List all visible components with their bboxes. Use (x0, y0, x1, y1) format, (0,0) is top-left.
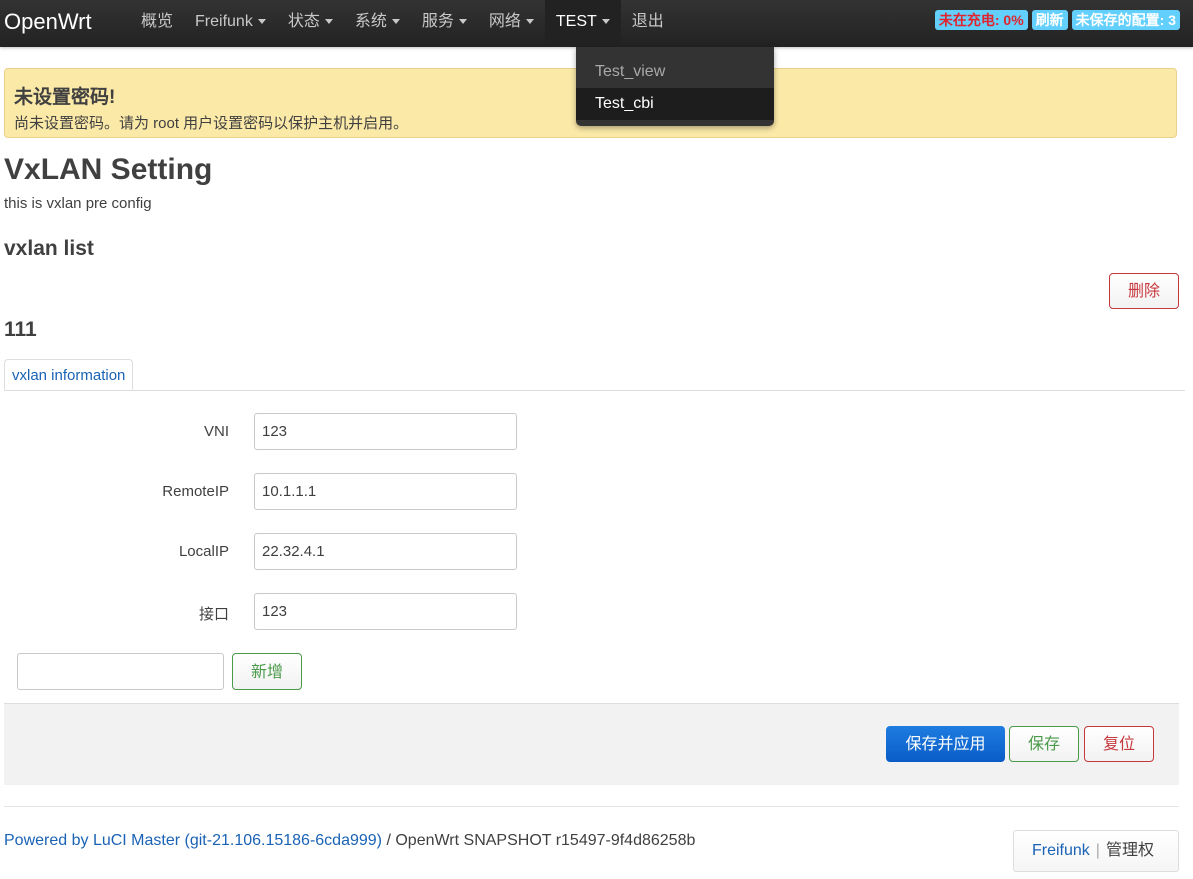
menu-network-label: 网络 (488, 13, 521, 30)
chevron-down-icon (257, 19, 266, 25)
menu-system[interactable]: 系统 (344, 0, 411, 47)
save-apply-button[interactable]: 保存并应用 (886, 726, 1005, 762)
footer-separator: / (382, 832, 396, 849)
save-button[interactable]: 保存 (1009, 726, 1079, 762)
page-title: VxLAN Setting (4, 153, 213, 186)
menu-test-label: TEST (555, 13, 597, 30)
charging-indicator[interactable]: 未在充电: 0% (934, 10, 1028, 30)
footer-divider (4, 806, 1179, 807)
add-section-button[interactable]: 新增 (232, 653, 302, 690)
chevron-down-icon (525, 19, 534, 25)
dropdown-item-test-cbi[interactable]: Test_cbi (576, 88, 774, 120)
reset-button[interactable]: 复位 (1084, 726, 1154, 762)
menu-logout[interactable]: 退出 (621, 0, 675, 47)
new-section-name-input[interactable] (17, 653, 224, 690)
luci-link[interactable]: Powered by LuCI Master (git-21.106.15186… (4, 832, 382, 849)
menu-network[interactable]: 网络 (478, 0, 545, 47)
menu-freifunk[interactable]: Freifunk (184, 0, 277, 47)
menu-freifunk-label: Freifunk (195, 13, 253, 30)
tab-bar: vxlan information (4, 359, 1185, 391)
page-description: this is vxlan pre config (4, 195, 152, 212)
chevron-down-icon (324, 19, 333, 25)
menu-services[interactable]: 服务 (411, 0, 478, 47)
chevron-down-icon (601, 19, 610, 25)
vni-input[interactable] (254, 413, 517, 450)
menu-status[interactable]: 状态 (277, 0, 344, 47)
vni-label: VNI (203, 423, 229, 440)
section-title: vxlan list (4, 237, 94, 260)
remove-section-button[interactable]: 删除 (1109, 273, 1179, 309)
footer-menu: Freifunk | 管理权 (1013, 830, 1179, 872)
local-ip-input[interactable] (254, 533, 517, 570)
chevron-down-icon (391, 19, 400, 25)
footer-admin-link[interactable]: 管理权 (1106, 842, 1154, 859)
dropdown-item-test-view[interactable]: Test_view (576, 56, 774, 88)
tab-vxlan-information[interactable]: vxlan information (4, 359, 134, 390)
alert-text: 尚未设置密码。请为 root 用户设置密码以保护主机并启用。 (14, 115, 409, 132)
refresh-indicator[interactable]: 刷新 (1031, 10, 1068, 30)
menu-services-label: 服务 (421, 13, 454, 30)
section-name: 111 (4, 318, 37, 341)
chevron-down-icon (458, 19, 467, 25)
remote-ip-input[interactable] (254, 473, 517, 510)
interface-label: 接口 (198, 606, 229, 623)
interface-input[interactable] (254, 593, 517, 630)
unsaved-changes-indicator[interactable]: 未保存的配置: 3 (1071, 10, 1180, 30)
top-navbar: OpenWrt 概览 Freifunk 状态 系统 服务 网络 TEST 退出 … (0, 0, 1193, 47)
menu-status-label: 状态 (287, 13, 320, 30)
alert-title: 未设置密码! (14, 87, 116, 108)
remote-ip-label: RemoteIP (162, 483, 229, 500)
main-menu: 概览 Freifunk 状态 系统 服务 网络 TEST 退出 (130, 0, 675, 47)
local-ip-label: LocalIP (178, 543, 229, 560)
menu-system-label: 系统 (354, 13, 387, 30)
footer-menu-divider: | (1095, 842, 1100, 859)
footer-freifunk-link[interactable]: Freifunk (1032, 842, 1090, 859)
menu-overview[interactable]: 概览 (130, 0, 184, 47)
brand-logo[interactable]: OpenWrt (4, 8, 92, 36)
test-dropdown-menu: Test_view Test_cbi (576, 47, 774, 126)
footer-credits: Powered by LuCI Master (git-21.106.15186… (4, 832, 695, 850)
firmware-version: OpenWrt SNAPSHOT r15497-9f4d86258b (395, 832, 696, 849)
menu-overview-label: 概览 (141, 13, 174, 30)
menu-test[interactable]: TEST (544, 0, 621, 47)
menu-logout-label: 退出 (631, 13, 664, 30)
status-indicators: 未在充电: 0% 刷新 未保存的配置: 3 (934, 10, 1180, 30)
